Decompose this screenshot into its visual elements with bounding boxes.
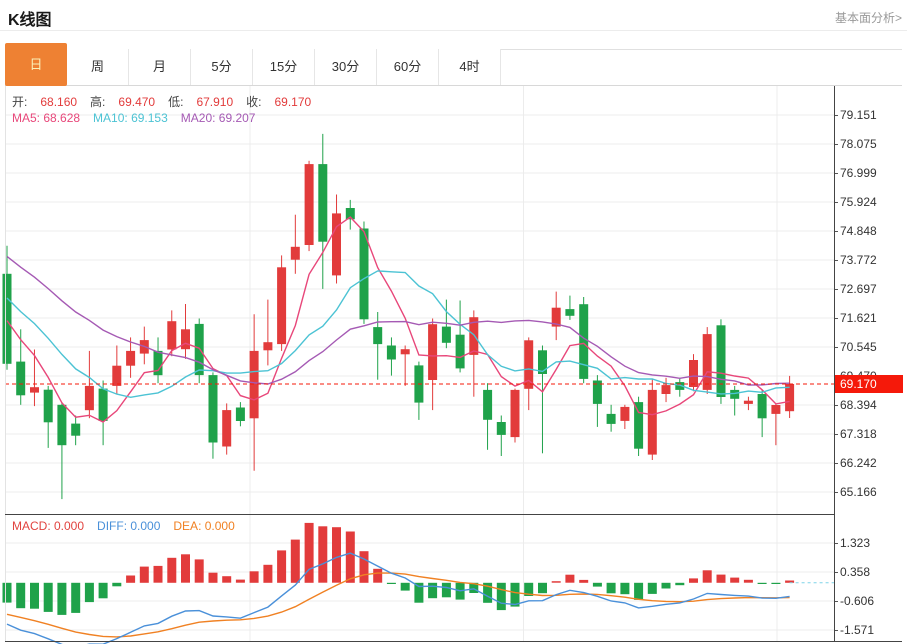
ma-legend: MA5: 68.628 MA10: 69.153 MA20: 69.207 bbox=[12, 111, 268, 125]
legend-item: 低:67.910 bbox=[168, 95, 233, 109]
y-axis-label: 74.848 bbox=[840, 224, 877, 238]
header-divider bbox=[0, 30, 907, 31]
macd-legend: MACD: 0.000 DIFF: 0.000 DEA: 0.000 bbox=[12, 519, 248, 533]
fundamental-analysis-link[interactable]: 基本面分析> bbox=[835, 9, 902, 26]
panel-separator-line bbox=[5, 514, 834, 515]
tab-period-2[interactable]: 周 bbox=[67, 49, 129, 85]
y-axis-label: 72.697 bbox=[840, 282, 877, 296]
chart-bottom-border bbox=[5, 641, 902, 642]
y-axis-label: 65.166 bbox=[840, 485, 877, 499]
tab-period-7[interactable]: 60分 bbox=[377, 49, 439, 85]
kline-chart-page: K线图 基本面分析> 日周月5分15分30分60分4时 开:68.160 高:69… bbox=[0, 0, 907, 644]
legend-item: DEA: 0.000 bbox=[173, 519, 234, 533]
tab-period-6[interactable]: 30分 bbox=[315, 49, 377, 85]
tab-period-3[interactable]: 月 bbox=[129, 49, 191, 85]
y-axis-label: 66.242 bbox=[840, 456, 877, 470]
y-axis-label: 78.075 bbox=[840, 137, 877, 151]
y-axis-label: 70.545 bbox=[840, 340, 877, 354]
y-axis-label: 68.394 bbox=[840, 398, 877, 412]
legend-item: 收:69.170 bbox=[246, 95, 311, 109]
tab-period-5[interactable]: 15分 bbox=[253, 49, 315, 85]
legend-item: MA5: 68.628 bbox=[12, 111, 80, 125]
current-price-tag: 69.170 bbox=[835, 375, 903, 393]
y-axis-label: 1.323 bbox=[840, 536, 870, 550]
legend-item: MACD: 0.000 bbox=[12, 519, 84, 533]
y-axis-label: 73.772 bbox=[840, 253, 877, 267]
y-axis-label: 71.621 bbox=[840, 311, 877, 325]
legend-item: MA10: 69.153 bbox=[93, 111, 168, 125]
y-axis-label: 76.999 bbox=[840, 166, 877, 180]
y-axis-label: -1.571 bbox=[840, 623, 874, 637]
macd-indicator-plot[interactable] bbox=[5, 514, 834, 641]
tab-period-8[interactable]: 4时 bbox=[439, 49, 501, 85]
legend-item: DIFF: 0.000 bbox=[97, 519, 160, 533]
chart-left-border bbox=[5, 86, 6, 641]
y-axis-label: 0.358 bbox=[840, 565, 870, 579]
legend-item: 高:69.470 bbox=[90, 95, 155, 109]
ohlc-legend: 开:68.160 高:69.470 低:67.910 收:69.170 bbox=[12, 93, 324, 110]
tab-period-1[interactable]: 日 bbox=[5, 43, 67, 86]
legend-item: MA20: 69.207 bbox=[181, 111, 256, 125]
page-title: K线图 bbox=[8, 6, 52, 30]
tab-period-4[interactable]: 5分 bbox=[191, 49, 253, 85]
y-axis-label: 75.924 bbox=[840, 195, 877, 209]
y-axis-label: 79.151 bbox=[840, 108, 877, 122]
price-axis-line bbox=[834, 86, 835, 641]
main-candlestick-plot[interactable] bbox=[5, 86, 834, 514]
y-axis-label: 67.318 bbox=[840, 427, 877, 441]
y-axis-label: -0.606 bbox=[840, 594, 874, 608]
legend-item: 开:68.160 bbox=[12, 95, 77, 109]
